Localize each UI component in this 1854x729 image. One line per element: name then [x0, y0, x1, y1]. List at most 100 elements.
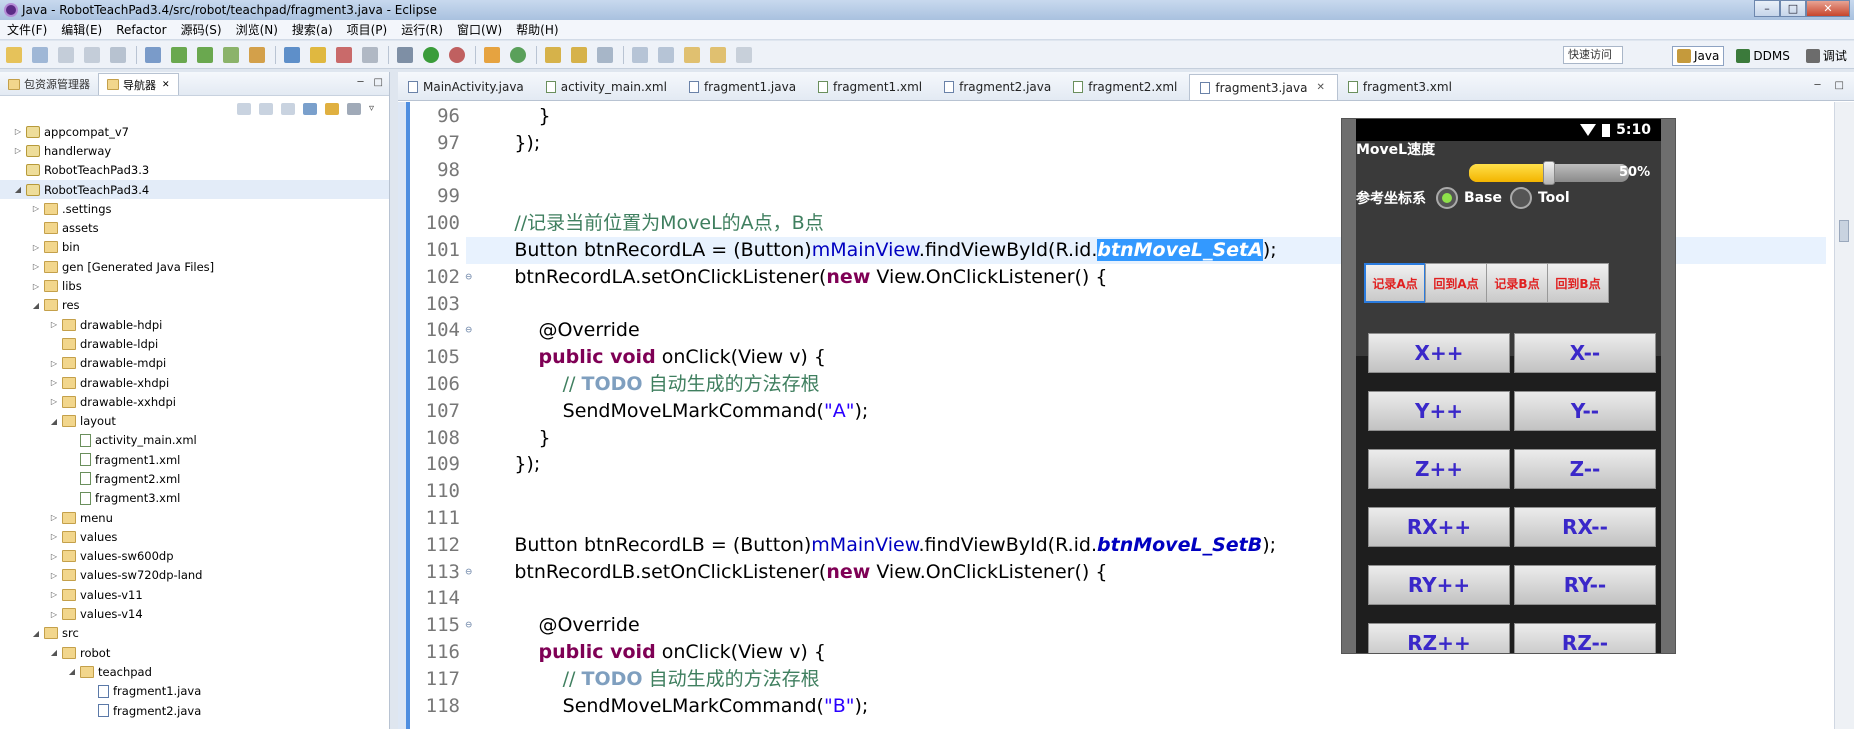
radio-tool[interactable]: [1509, 187, 1532, 209]
tree-item[interactable]: ▷ drawable-mdpi: [0, 354, 389, 373]
menu-item[interactable]: 搜索(a): [285, 21, 340, 38]
tree-item[interactable]: ▷ libs: [0, 276, 389, 295]
tree-item[interactable]: drawable-ldpi: [0, 334, 389, 353]
editor-tab[interactable]: MainActivity.java: [398, 74, 536, 100]
perspective-ddms[interactable]: DDMS: [1732, 47, 1793, 65]
debug-icon[interactable]: [449, 46, 465, 63]
android-sdk-icon[interactable]: [171, 46, 187, 63]
expand-arrow-icon[interactable]: ▷: [48, 532, 60, 541]
code-line[interactable]: SendMoveLMarkCommand("B");: [466, 693, 1826, 720]
tree-item[interactable]: ◢ teachpad: [0, 662, 389, 681]
tree-item[interactable]: fragment3.xml: [0, 489, 389, 508]
expand-arrow-icon[interactable]: ◢: [48, 417, 60, 426]
folder-open-icon[interactable]: [571, 46, 587, 63]
menu-item[interactable]: 浏览(N): [229, 21, 285, 38]
tree-item[interactable]: ▷ values-v14: [0, 604, 389, 623]
save-icon[interactable]: [58, 46, 74, 63]
expand-arrow-icon[interactable]: ◢: [30, 629, 42, 638]
quick-access-input[interactable]: 快速访问: [1563, 46, 1623, 64]
expand-arrow-icon[interactable]: ▷: [30, 243, 42, 252]
pencil-icon[interactable]: [310, 46, 326, 63]
tree-item[interactable]: fragment1.java: [0, 682, 389, 701]
wand-icon[interactable]: [284, 46, 300, 63]
expand-arrow-icon[interactable]: ◢: [30, 301, 42, 310]
tree-item[interactable]: ◢ robot: [0, 643, 389, 662]
jog-button[interactable]: RX--: [1514, 507, 1656, 547]
print-icon[interactable]: [110, 46, 126, 63]
jog-button[interactable]: RY++: [1368, 565, 1510, 605]
stop-icon[interactable]: [336, 46, 352, 63]
tree-item[interactable]: ▷ drawable-xxhdpi: [0, 392, 389, 411]
collapse-all-icon[interactable]: [303, 103, 317, 115]
tree-item[interactable]: fragment1.xml: [0, 450, 389, 469]
editor-tab[interactable]: fragment3.xml: [1338, 74, 1464, 100]
tree-item[interactable]: ▷ values-v11: [0, 585, 389, 604]
tree-item[interactable]: ▷ values-sw600dp: [0, 547, 389, 566]
tree-item[interactable]: ▷ handlerway: [0, 141, 389, 160]
tree-item[interactable]: ▷ values: [0, 527, 389, 546]
back-nav-icon[interactable]: [237, 103, 251, 115]
editor-tab[interactable]: fragment2.xml: [1063, 74, 1189, 100]
android-avd-icon[interactable]: [197, 46, 213, 63]
editor-tab[interactable]: fragment1.xml: [808, 74, 934, 100]
expand-arrow-icon[interactable]: ◢: [66, 667, 78, 676]
new-dropdown-icon[interactable]: [32, 46, 48, 63]
tree-item[interactable]: ◢ RobotTeachPad3.4: [0, 179, 389, 200]
tree-item[interactable]: ◢ src: [0, 624, 389, 643]
expand-arrow-icon[interactable]: ▷: [48, 359, 60, 368]
package-icon[interactable]: [484, 46, 500, 63]
scroll-thumb[interactable]: [1839, 220, 1849, 242]
expand-arrow-icon[interactable]: ▷: [48, 513, 60, 522]
forward-icon[interactable]: [736, 46, 752, 63]
tree-item[interactable]: ◢ res: [0, 296, 389, 315]
menu-item[interactable]: 编辑(E): [54, 21, 109, 38]
expand-arrow-icon[interactable]: ▷: [48, 397, 60, 406]
menu-item[interactable]: 窗口(W): [450, 21, 509, 38]
search-icon[interactable]: [597, 46, 613, 63]
editor-tab[interactable]: fragment2.java: [934, 74, 1063, 100]
editor-tab[interactable]: fragment3.java ✕: [1189, 74, 1338, 100]
gear-icon[interactable]: [397, 46, 413, 63]
close-tab-icon[interactable]: ✕: [1316, 82, 1324, 93]
expand-arrow-icon[interactable]: ▷: [48, 590, 60, 599]
jog-button[interactable]: RX++: [1368, 507, 1510, 547]
back-icon[interactable]: [684, 46, 700, 63]
menu-item[interactable]: 帮助(H): [509, 21, 565, 38]
menu-item[interactable]: 源码(S): [174, 21, 229, 38]
minimize-editor-icon[interactable]: ─: [1815, 80, 1821, 91]
tree-item[interactable]: ▷ gen [Generated Java Files]: [0, 257, 389, 276]
expand-arrow-icon[interactable]: ▷: [12, 146, 24, 155]
minimize-view-icon[interactable]: ─: [358, 77, 364, 88]
vertical-scrollbar[interactable]: [1834, 102, 1854, 729]
tree-item[interactable]: assets: [0, 218, 389, 237]
jog-button[interactable]: RZ++: [1368, 623, 1510, 653]
up-nav-icon[interactable]: [281, 103, 295, 115]
expand-arrow-icon[interactable]: ▷: [30, 282, 42, 291]
minimize-button[interactable]: –: [1754, 0, 1780, 17]
new-icon[interactable]: [6, 46, 22, 63]
mark-button[interactable]: 记录A点: [1364, 263, 1426, 303]
jog-button[interactable]: Z--: [1514, 449, 1656, 489]
maximize-button[interactable]: □: [1780, 0, 1806, 17]
tree-item[interactable]: ◢ layout: [0, 411, 389, 430]
page-icon[interactable]: [362, 46, 378, 63]
expand-arrow-icon[interactable]: ▷: [48, 378, 60, 387]
expand-arrow-icon[interactable]: ▷: [48, 610, 60, 619]
jog-button[interactable]: Z++: [1368, 449, 1510, 489]
tree-item[interactable]: fragment2.xml: [0, 469, 389, 488]
jog-button[interactable]: X++: [1368, 333, 1510, 373]
tree-item[interactable]: ▷ appcompat_v7: [0, 122, 389, 141]
jog-button[interactable]: X--: [1514, 333, 1656, 373]
link-icon[interactable]: [145, 46, 161, 63]
perspective-调试[interactable]: 调试: [1802, 45, 1851, 66]
mark-button[interactable]: 回到B点: [1547, 263, 1609, 303]
jog-button[interactable]: RY--: [1514, 565, 1656, 605]
slider-handle[interactable]: [1543, 161, 1555, 185]
tree-item[interactable]: ▷ drawable-hdpi: [0, 315, 389, 334]
tree-item[interactable]: ▷ drawable-xhdpi: [0, 373, 389, 392]
tree-item[interactable]: fragment2.java: [0, 701, 389, 720]
maximize-editor-icon[interactable]: □: [1835, 80, 1844, 91]
tab-navigator[interactable]: 导航器 ✕: [98, 73, 179, 95]
back-dropdown-icon[interactable]: [710, 46, 726, 63]
expand-arrow-icon[interactable]: ◢: [48, 648, 60, 657]
